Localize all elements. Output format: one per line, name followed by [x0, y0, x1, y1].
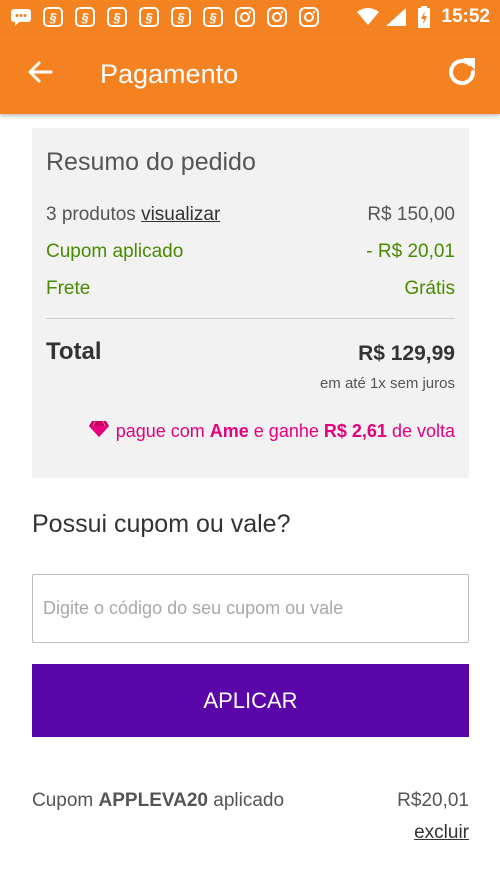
- arrow-left-icon: [27, 60, 53, 89]
- ame-cashback-value: R$ 2,61: [323, 421, 387, 441]
- products-value: R$ 150,00: [367, 204, 455, 225]
- coupon-value: - R$ 20,01: [366, 241, 455, 262]
- svg-text:§: §: [144, 10, 153, 25]
- status-time: 15:52: [441, 6, 490, 27]
- applied-coupon-row: Cupom APPLEVA20 aplicado R$20,01: [32, 790, 469, 812]
- applied-prefix: Cupom: [32, 790, 94, 811]
- app-icon: §: [170, 6, 192, 28]
- shipping-label: Frete: [46, 278, 91, 299]
- app-icon: §: [138, 6, 160, 28]
- applied-coupon-code: APPLEVA20: [98, 790, 208, 811]
- refresh-button[interactable]: [444, 56, 480, 92]
- app-bar: Pagamento: [0, 34, 500, 114]
- instagram-icon: [234, 6, 256, 28]
- coupon-input[interactable]: [32, 574, 469, 643]
- products-row: 3 produtos visualizar R$ 150,00: [46, 204, 455, 226]
- summary-title: Resumo do pedido: [46, 148, 256, 176]
- status-bar: § § § § § § 15:52: [0, 0, 500, 34]
- total-label: Total: [46, 338, 102, 365]
- refresh-icon: [445, 55, 479, 94]
- ame-text-part: e ganhe: [253, 421, 319, 441]
- total-value: R$ 129,99: [358, 342, 455, 365]
- message-icon: [10, 6, 32, 28]
- apply-coupon-button[interactable]: APLICAR: [32, 664, 469, 737]
- ame-cashback-banner: pague com Ame e ganhe R$ 2,61 de volta: [88, 420, 455, 443]
- battery-charging-icon: [413, 6, 435, 28]
- ame-diamond-icon: [88, 420, 110, 443]
- shipping-value: Grátis: [404, 278, 455, 299]
- notification-icons: § § § § § §: [10, 6, 320, 28]
- svg-text:§: §: [48, 10, 57, 25]
- view-products-link[interactable]: visualizar: [141, 204, 220, 225]
- ame-brand: Ame: [209, 421, 249, 441]
- back-button[interactable]: [24, 58, 56, 90]
- applied-suffix: aplicado: [213, 790, 285, 811]
- app-icon: §: [42, 6, 64, 28]
- installment-text: em até 1x sem juros: [319, 375, 455, 392]
- products-count: 3 produtos: [46, 204, 136, 225]
- system-icons: 15:52: [357, 6, 490, 28]
- shipping-row: Frete Grátis: [46, 278, 455, 300]
- svg-text:§: §: [208, 10, 217, 25]
- instagram-icon: [266, 6, 288, 28]
- remove-coupon-link[interactable]: excluir: [414, 822, 469, 844]
- ame-text-part: pague com: [115, 421, 205, 441]
- wifi-icon: [357, 6, 380, 28]
- svg-text:§: §: [112, 10, 121, 25]
- products-label: 3 produtos visualizar: [46, 204, 220, 226]
- coupon-section-title: Possui cupom ou vale?: [32, 510, 291, 538]
- app-icon: §: [74, 6, 96, 28]
- ame-text-part: de volta: [391, 421, 455, 441]
- order-summary-card: Resumo do pedido 3 produtos visualizar R…: [32, 128, 469, 478]
- ame-text: pague com Ame e ganhe R$ 2,61 de volta: [116, 421, 455, 442]
- app-icon: §: [202, 6, 224, 28]
- applied-coupon-value: R$20,01: [397, 790, 469, 811]
- page-title: Pagamento: [100, 59, 239, 89]
- instagram-icon: [298, 6, 320, 28]
- coupon-label: Cupom aplicado: [46, 241, 184, 262]
- signal-icon: [385, 6, 407, 28]
- app-icon: §: [106, 6, 128, 28]
- coupon-row: Cupom aplicado - R$ 20,01: [46, 241, 455, 263]
- svg-text:§: §: [176, 10, 185, 25]
- svg-text:§: §: [80, 10, 89, 25]
- summary-divider: [46, 318, 455, 319]
- applied-coupon-text: Cupom APPLEVA20 aplicado: [32, 790, 284, 812]
